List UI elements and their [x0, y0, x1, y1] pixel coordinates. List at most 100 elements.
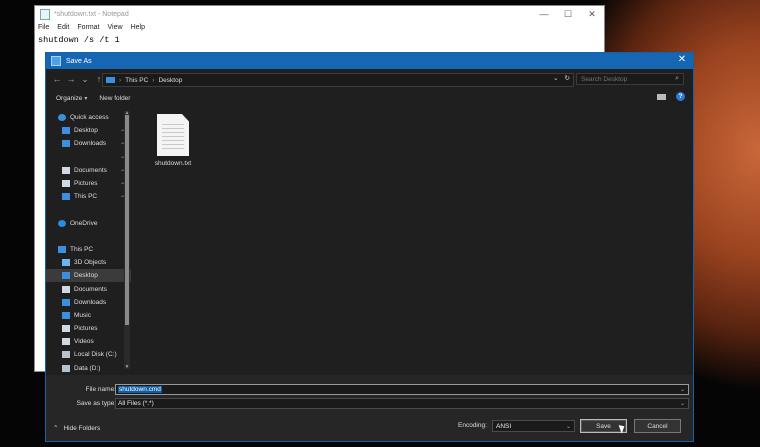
back-arrow-icon[interactable]: ←: [50, 74, 64, 84]
sidebar-item-label: Music: [74, 311, 91, 319]
menu-view[interactable]: View: [108, 24, 123, 31]
download-folder-icon: [62, 140, 70, 148]
help-icon[interactable]: ?: [676, 92, 685, 101]
close-button[interactable]: ✕: [580, 6, 604, 22]
3d-objects-icon: [62, 259, 70, 267]
search-box: ⌕: [576, 73, 684, 85]
new-folder-button[interactable]: New folder: [99, 95, 130, 102]
sidebar-item: [46, 230, 131, 243]
text-file-icon: [157, 114, 189, 156]
organize-button[interactable]: Organize ▾: [56, 95, 87, 102]
address-dropdown-icon[interactable]: ⌄: [553, 74, 558, 82]
sidebar-item-label: Desktop: [74, 127, 98, 135]
breadcrumb-desktop[interactable]: Desktop: [158, 77, 182, 84]
sidebar-item-label: Documents: [74, 285, 107, 293]
notepad-window-controls: — ☐ ✕: [532, 6, 604, 22]
notepad-title: *shutdown.txt - Notepad: [54, 10, 129, 18]
cloud-icon: [58, 219, 66, 227]
menu-edit[interactable]: Edit: [57, 24, 69, 31]
sidebar-item[interactable]: Documents: [46, 282, 131, 295]
desktop-folder-icon: [62, 127, 70, 135]
file-item[interactable]: shutdown.txt: [148, 114, 198, 167]
save-as-type-label: Save as type:: [76, 399, 116, 407]
sidebar-item[interactable]: Downloads: [46, 296, 131, 309]
sidebar-item[interactable]: Local Disk (C:): [46, 348, 131, 361]
navigation-bar: ← → ⌄ ↑ › This PC › Desktop ⌄ ↻ ⌕: [46, 71, 693, 87]
sidebar-item[interactable]: This PC⊸: [46, 190, 131, 203]
sidebar-item[interactable]: Desktop⊸: [46, 124, 131, 137]
scrollbar-thumb[interactable]: [125, 115, 129, 325]
menu-file[interactable]: File: [38, 24, 49, 31]
documents-folder-icon: [62, 285, 70, 293]
sidebar-item[interactable]: Documents⊸: [46, 164, 131, 177]
file-list: shutdown.txt: [136, 111, 691, 373]
sidebar-item[interactable]: OneDrive: [46, 217, 131, 230]
toolbar-right: ?: [657, 92, 685, 101]
pictures-folder-icon: [62, 180, 70, 188]
view-options-icon[interactable]: [657, 93, 666, 100]
sidebar-item[interactable]: 3D Objects: [46, 256, 131, 269]
dialog-titlebar[interactable]: Save As: [46, 53, 693, 69]
hide-folders-toggle[interactable]: ⌃ Hide Folders: [53, 424, 100, 433]
download-folder-icon: [62, 298, 70, 306]
sidebar-item-label: Quick access: [70, 114, 109, 122]
maximize-button[interactable]: ☐: [556, 6, 580, 22]
sidebar-item-label: Documents: [74, 166, 107, 174]
save-as-type-value: All Files (*.*): [118, 399, 154, 407]
search-input[interactable]: [581, 75, 671, 83]
forward-arrow-icon[interactable]: →: [64, 74, 78, 84]
save-as-type-select[interactable]: All Files (*.*) ⌄: [115, 397, 689, 409]
computer-icon: [58, 245, 66, 253]
sidebar-item[interactable]: Pictures: [46, 322, 131, 335]
sidebar-item[interactable]: Videos: [46, 335, 131, 348]
sidebar-item[interactable]: Downloads⊸: [46, 137, 131, 150]
file-name-input[interactable]: shutdown.cmd ⌄: [115, 383, 689, 395]
pictures-folder-icon: [62, 325, 70, 333]
dialog-close-button[interactable]: ✕: [675, 54, 689, 65]
sidebar-item-label: Downloads: [74, 140, 107, 148]
save-as-dialog: Save As ✕ ← → ⌄ ↑ › This PC › Desktop ⌄ …: [45, 52, 694, 442]
file-name-label: shutdown.txt: [154, 160, 192, 167]
chevron-down-icon: ⌄: [565, 423, 571, 430]
sidebar-item-label: This PC: [74, 193, 98, 201]
menu-format[interactable]: Format: [77, 24, 99, 31]
sidebar-item[interactable]: Music: [46, 309, 131, 322]
address-bar-actions: ⌄ ↻: [553, 74, 570, 82]
recent-locations-chevron-icon[interactable]: ⌄: [78, 74, 92, 85]
breadcrumb-this-pc[interactable]: This PC: [125, 77, 148, 84]
menu-help[interactable]: Help: [131, 24, 145, 31]
navigation-pane-scrollbar[interactable]: ▲ ▼: [124, 110, 130, 370]
sidebar-item[interactable]: This PC: [46, 243, 131, 256]
sidebar-item[interactable]: Pictures⊸: [46, 177, 131, 190]
sidebar-item[interactable]: Quick access: [46, 111, 131, 124]
encoding-select[interactable]: ANSI ⌄: [492, 420, 575, 432]
chevron-down-icon[interactable]: ⌄: [680, 400, 685, 407]
sidebar-item-label: Data (D:): [74, 364, 101, 372]
notepad-icon: [40, 8, 50, 20]
sidebar-item-label: This PC: [70, 245, 94, 253]
file-name-label: File name:: [85, 385, 116, 393]
computer-icon: [62, 193, 70, 201]
address-bar[interactable]: › This PC › Desktop ⌄ ↻: [102, 73, 574, 87]
chevron-down-icon[interactable]: ⌄: [680, 386, 685, 393]
sidebar-item-label: OneDrive: [70, 219, 98, 227]
chevron-up-icon: ⌃: [53, 425, 59, 432]
sidebar-item-label: 3D Objects: [74, 259, 107, 267]
minimize-button[interactable]: —: [532, 6, 556, 22]
navigation-pane: Quick accessDesktop⊸Downloads⊸⊸Documents…: [46, 111, 131, 385]
this-pc-icon: [106, 77, 115, 83]
refresh-icon[interactable]: ↻: [565, 74, 570, 82]
desktop-folder-icon: [62, 272, 70, 280]
chevron-down-icon: ▾: [84, 95, 88, 102]
scroll-down-icon[interactable]: ▼: [124, 364, 130, 370]
search-icon[interactable]: ⌕: [675, 75, 679, 83]
sidebar-item[interactable]: Data (D:): [46, 362, 131, 375]
notepad-titlebar[interactable]: *shutdown.txt - Notepad: [35, 6, 604, 22]
notepad-editor[interactable]: shutdown /s /t 1: [35, 33, 604, 47]
save-as-icon: [51, 56, 61, 66]
sidebar-item[interactable]: Desktop: [46, 269, 131, 283]
save-options-panel: File name: shutdown.cmd ⌄ Save as type: …: [46, 375, 693, 441]
star-icon: [58, 114, 66, 122]
sidebar-item-label: Local Disk (C:): [74, 351, 117, 359]
cancel-button[interactable]: Cancel: [634, 419, 681, 433]
